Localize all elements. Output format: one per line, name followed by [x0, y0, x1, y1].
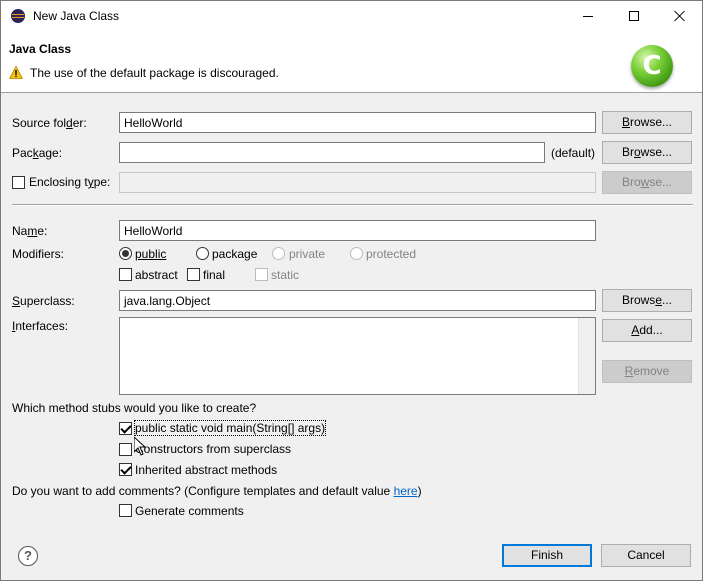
configure-templates-link[interactable]: here	[394, 484, 418, 498]
finish-button[interactable]: Finish	[502, 544, 592, 567]
wizard-footer: ? Finish Cancel	[1, 528, 702, 580]
source-folder-browse-button[interactable]: Browse...	[602, 111, 692, 134]
main-method-label: public static void main(String[] args)	[133, 420, 327, 436]
modifier-private-radio[interactable]	[272, 247, 285, 260]
constructors-label: Constructors from superclass	[135, 442, 292, 456]
method-stubs-question: Which method stubs would you like to cre…	[12, 401, 257, 415]
close-icon	[674, 10, 686, 22]
close-button[interactable]	[657, 1, 703, 31]
generate-comments-checkbox[interactable]	[119, 504, 132, 517]
inherited-abstract-checkbox[interactable]	[119, 463, 132, 476]
wizard-content: Source folder: HelloWorld Browse... Pack…	[1, 93, 702, 528]
remove-interface-button[interactable]: Remove	[602, 360, 692, 383]
wizard-header: Java Class The use of the default packag…	[1, 31, 702, 93]
modifier-abstract-label: abstract	[135, 268, 178, 282]
mouse-cursor-icon	[134, 437, 146, 456]
superclass-label: Superclass:	[12, 294, 75, 308]
modifier-public-label: public	[135, 247, 167, 261]
logo-letter: C	[642, 51, 662, 81]
modifier-package-label: package	[212, 247, 258, 261]
minimize-icon	[583, 15, 593, 17]
modifier-private-label: private	[289, 247, 326, 261]
warning-icon	[9, 66, 23, 79]
enclosing-type-label: Enclosing type:	[29, 175, 111, 189]
name-field[interactable]: HelloWorld	[119, 220, 596, 241]
modifier-protected-radio[interactable]	[350, 247, 363, 260]
cancel-button[interactable]: Cancel	[601, 544, 691, 567]
add-interface-button[interactable]: Add...	[602, 319, 692, 342]
new-java-class-dialog: New Java Class Java Class The use of the…	[0, 0, 703, 581]
modifier-abstract-checkbox[interactable]	[119, 268, 132, 281]
separator	[12, 204, 693, 206]
enclosing-type-field[interactable]	[119, 172, 596, 193]
enclosing-type-browse-button[interactable]: Browse...	[602, 171, 692, 194]
modifiers-label: Modifiers:	[12, 247, 65, 261]
interfaces-list[interactable]	[119, 317, 596, 395]
name-label: Name:	[12, 224, 48, 238]
modifier-static-checkbox[interactable]	[255, 268, 268, 281]
wizard-message: The use of the default package is discou…	[30, 66, 279, 80]
interfaces-label: Interfaces:	[12, 319, 69, 333]
maximize-button[interactable]	[611, 1, 657, 31]
modifier-final-label: final	[203, 268, 226, 282]
eclipse-icon	[11, 9, 25, 23]
maximize-icon	[629, 11, 639, 21]
generate-comments-label: Generate comments	[135, 504, 244, 518]
title-bar[interactable]: New Java Class	[1, 1, 702, 31]
source-folder-field[interactable]: HelloWorld	[119, 112, 596, 133]
modifier-static-label: static	[271, 268, 300, 282]
main-method-checkbox[interactable]	[119, 422, 132, 435]
enclosing-type-checkbox[interactable]	[12, 176, 25, 189]
help-icon[interactable]: ?	[18, 546, 38, 566]
wizard-title: Java Class	[9, 42, 72, 56]
modifier-public-radio[interactable]	[119, 247, 132, 260]
superclass-browse-button[interactable]: Browse...	[602, 289, 692, 312]
window-title: New Java Class	[33, 9, 120, 23]
modifier-protected-label: protected	[366, 247, 417, 261]
package-field[interactable]	[119, 142, 545, 163]
package-default-text: (default)	[551, 146, 596, 160]
constructors-checkbox[interactable]	[119, 443, 132, 456]
interfaces-scrollbar[interactable]	[578, 318, 595, 394]
superclass-field[interactable]: java.lang.Object	[119, 290, 596, 311]
inherited-abstract-label: Inherited abstract methods	[135, 463, 278, 477]
modifier-package-radio[interactable]	[196, 247, 209, 260]
package-label: Package:	[12, 146, 63, 160]
minimize-button[interactable]	[565, 1, 611, 31]
source-folder-label: Source folder:	[12, 116, 87, 130]
package-browse-button[interactable]: Browse...	[602, 141, 692, 164]
comments-question: Do you want to add comments? (Configure …	[12, 484, 422, 498]
modifier-final-checkbox[interactable]	[187, 268, 200, 281]
java-class-logo-icon: C	[631, 45, 673, 87]
